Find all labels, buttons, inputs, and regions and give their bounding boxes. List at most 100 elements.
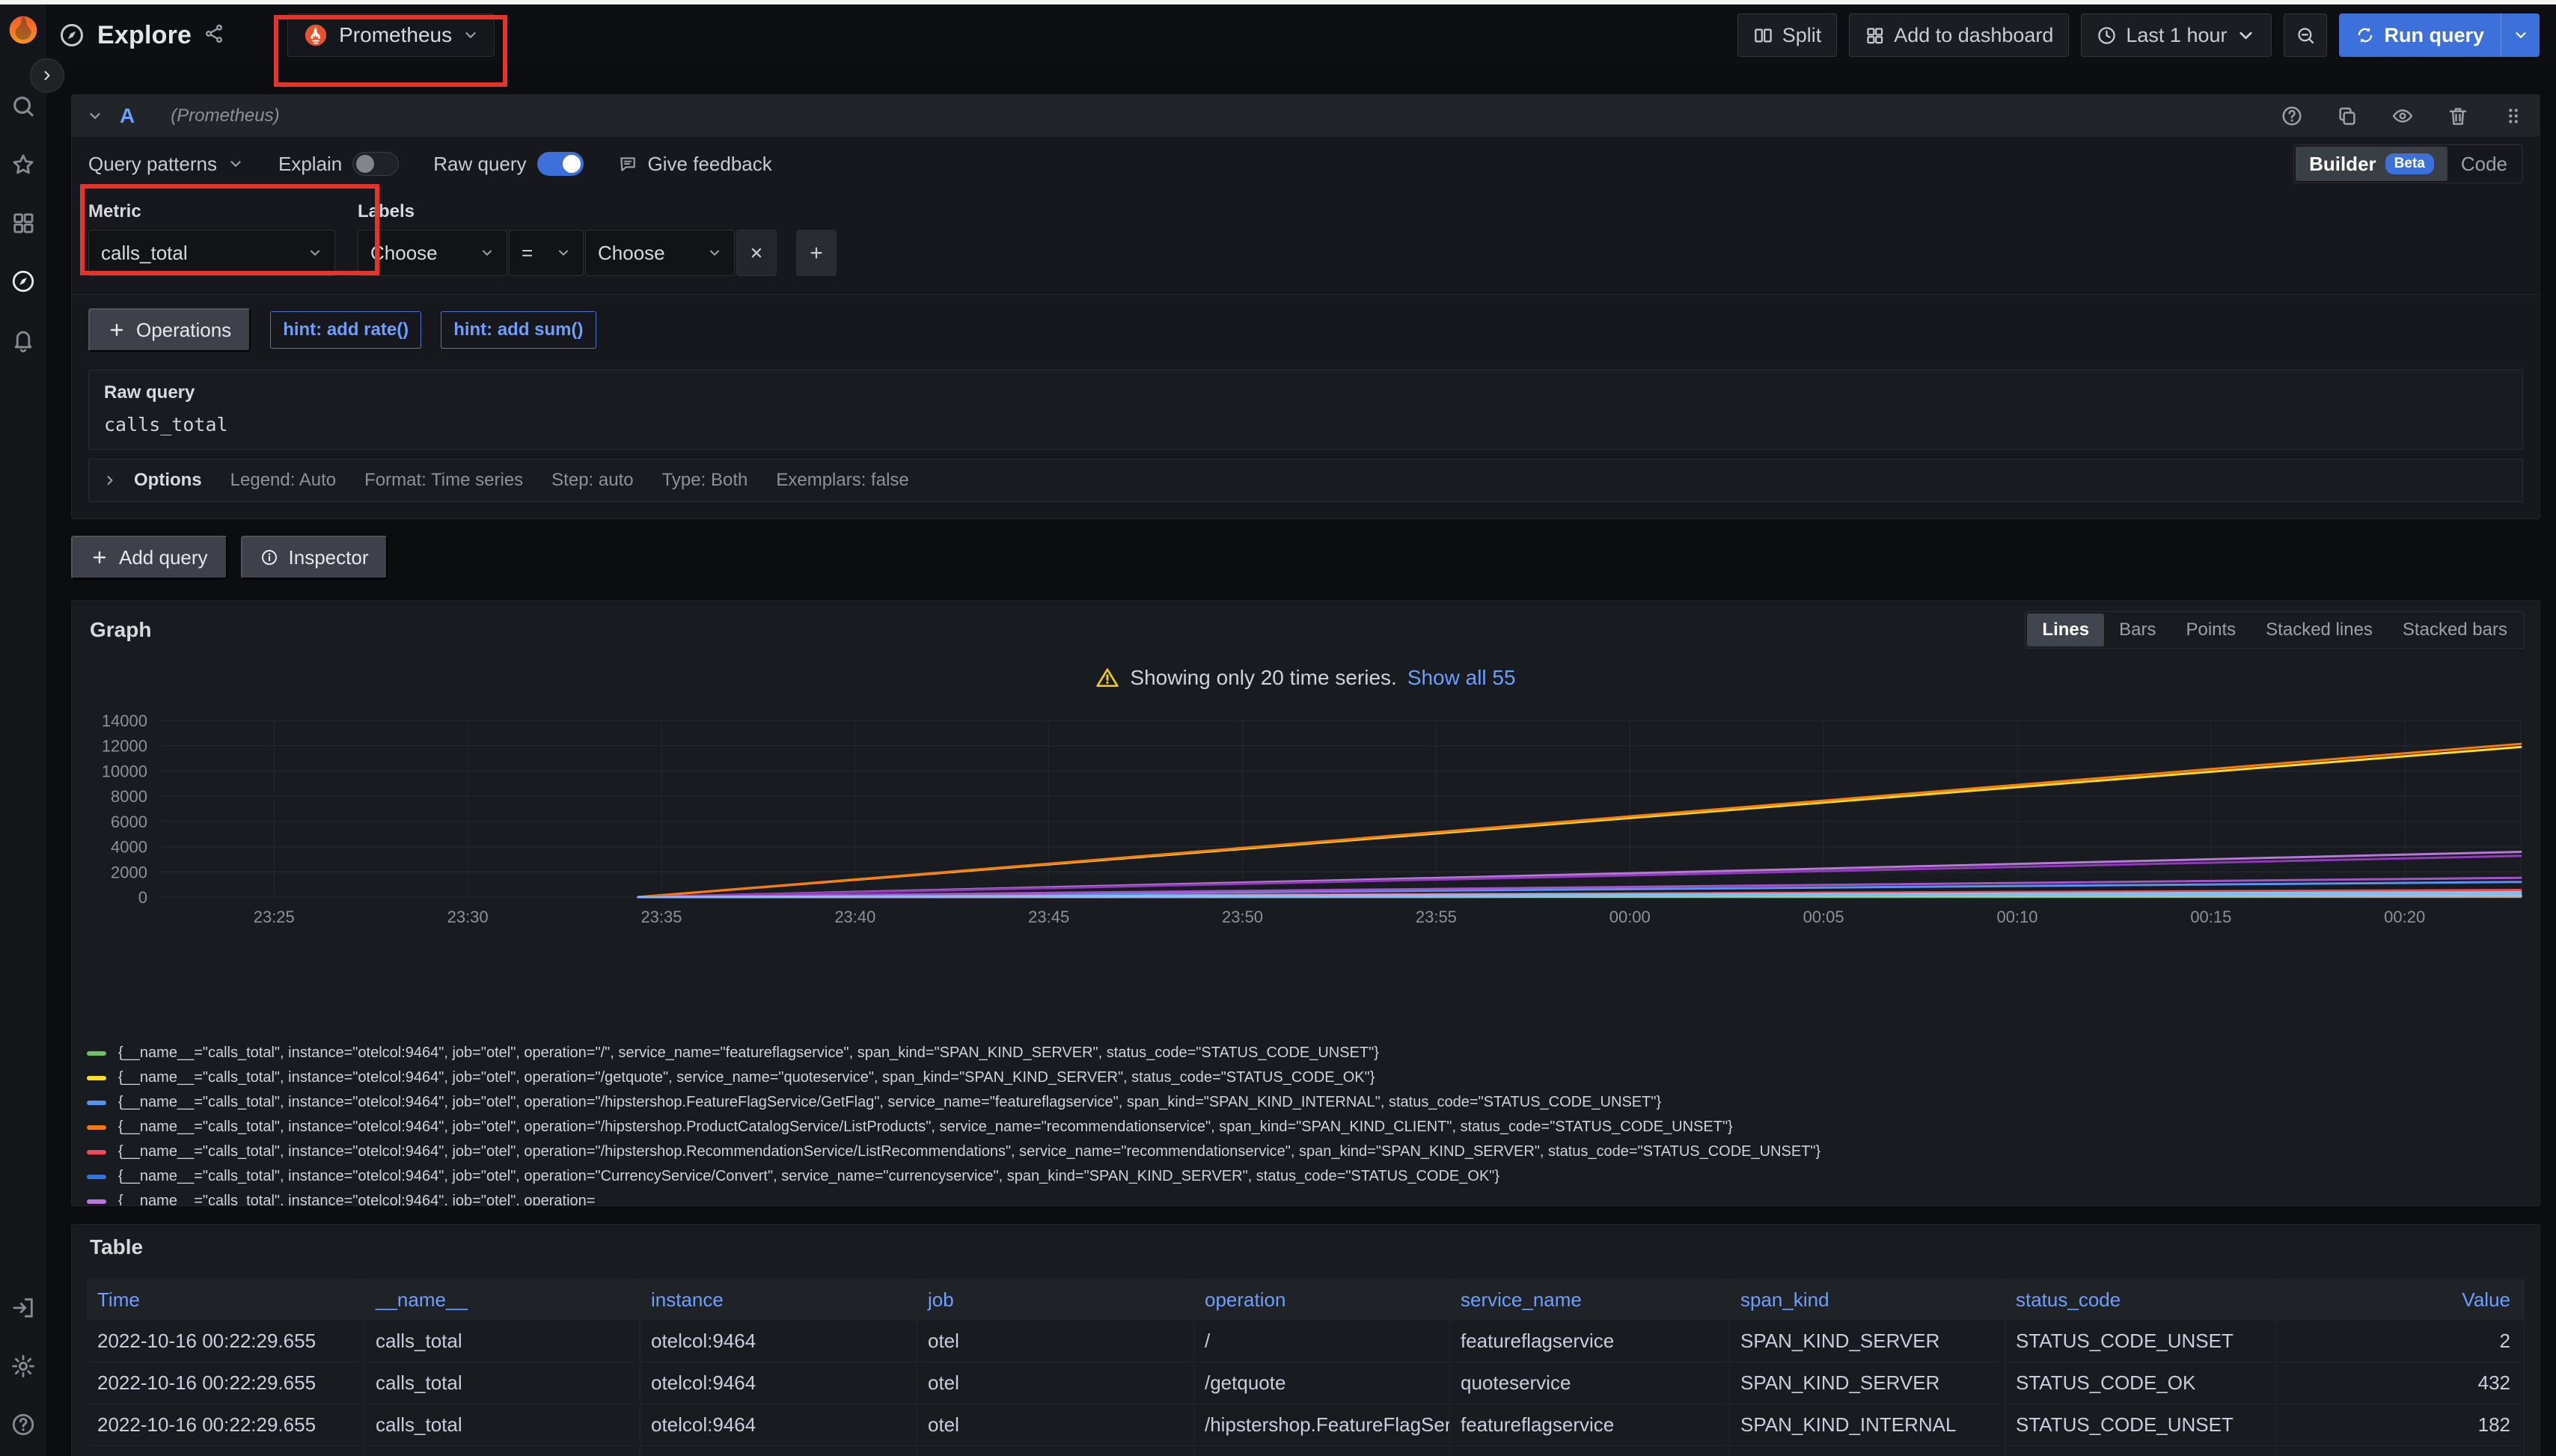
options-row[interactable]: Options Legend: AutoFormat: Time seriesS… (88, 459, 2523, 502)
graph-mode-stacked-bars[interactable]: Stacked bars (2388, 614, 2522, 646)
table-cell: /hipstershop.ProductCatalogS… (1194, 1446, 1450, 1456)
graph-mode-bars[interactable]: Bars (2104, 614, 2171, 646)
drag-handle-icon[interactable] (2502, 105, 2525, 127)
give-feedback-link[interactable]: Give feedback (618, 153, 772, 176)
query-datasource-hint: (Prometheus) (171, 105, 279, 126)
hint-add-sum-button[interactable]: hint: add sum() (441, 311, 596, 349)
query-patterns-dropdown[interactable]: Query patterns (88, 153, 244, 176)
sidebar-help-icon[interactable] (10, 1411, 37, 1438)
x-axis-tick-label: 00:15 (2190, 908, 2231, 926)
table-cell: 2022-10-16 00:22:29.655 (87, 1446, 365, 1456)
options-expand-chevron-icon[interactable] (103, 473, 117, 488)
operations-button[interactable]: Operations (88, 308, 251, 352)
x-axis-tick-label: 23:40 (834, 908, 875, 926)
table-header-row: Time__name__instancejoboperationservice_… (87, 1279, 2525, 1321)
column-header-time[interactable]: Time (87, 1279, 365, 1321)
chevron-down-icon (707, 245, 722, 260)
table-row: 2022-10-16 00:22:29.655calls_totalotelco… (87, 1362, 2525, 1404)
duplicate-query-icon[interactable] (2336, 105, 2358, 127)
datasource-picker[interactable]: Prometheus (287, 13, 495, 57)
show-all-series-link[interactable]: Show all 55 (1407, 666, 1516, 690)
table-cell: featureflagservice (1450, 1404, 1730, 1446)
hide-query-icon[interactable] (2391, 105, 2414, 127)
add-label-filter-button[interactable] (796, 230, 837, 276)
query-help-icon[interactable] (2281, 105, 2303, 127)
sidebar-starred-icon[interactable] (10, 151, 37, 178)
run-query-label: Run query (2384, 24, 2484, 47)
inspector-button[interactable]: Inspector (241, 536, 388, 579)
legend-item[interactable]: {__name__="calls_total", instance="otelc… (87, 1164, 2525, 1189)
column-header-service-name[interactable]: service_name (1450, 1279, 1730, 1321)
raw-query-preview: Raw query calls_total (88, 370, 2523, 450)
split-button[interactable]: Split (1737, 13, 1838, 57)
table-cell: calls_total (365, 1321, 640, 1362)
sidebar-alerting-icon[interactable] (10, 326, 37, 353)
label-value-placeholder: Choose (598, 242, 665, 265)
comment-icon (618, 154, 638, 174)
legend-label: {__name__="calls_total", instance="otelc… (118, 1143, 1820, 1160)
remove-query-icon[interactable] (2447, 105, 2469, 127)
label-name-select[interactable]: Choose (358, 230, 507, 276)
sidebar-settings-icon[interactable] (10, 1353, 37, 1380)
metric-select[interactable]: calls_total (88, 230, 335, 276)
column-header---name--[interactable]: __name__ (365, 1279, 640, 1321)
legend-item[interactable]: {__name__="calls_total", instance="otelc… (87, 1090, 2525, 1115)
legend-item[interactable]: {__name__="calls_total", instance="otelc… (87, 1140, 2525, 1164)
column-header-value[interactable]: Value (2276, 1279, 2525, 1321)
query-toolbar: Query patterns Explain Raw query Give fe… (72, 137, 2540, 191)
sidebar-search-icon[interactable] (10, 93, 37, 120)
code-mode-tab[interactable]: Code (2448, 147, 2521, 181)
table-cell: SPAN_KIND_CLIENT (1730, 1446, 2005, 1456)
legend-item[interactable]: {__name__="calls_total", instance="otelc… (87, 1189, 2525, 1206)
timeseries-chart[interactable]: 0200040006000800010000120001400023:2523:… (87, 704, 2525, 936)
add-to-dashboard-button[interactable]: Add to dashboard (1849, 13, 2069, 57)
remove-label-filter-button[interactable] (736, 230, 777, 276)
share-icon[interactable] (204, 23, 224, 48)
hint-add-rate-button[interactable]: hint: add rate() (270, 311, 421, 349)
column-header-operation[interactable]: operation (1194, 1279, 1450, 1321)
legend-item[interactable]: {__name__="calls_total", instance="otelc… (87, 1065, 2525, 1090)
table-row: 2022-10-16 00:22:29.655calls_totalotelco… (87, 1404, 2525, 1446)
x-axis-tick-label: 00:10 (1996, 908, 2037, 926)
column-header-job[interactable]: job (917, 1279, 1194, 1321)
builder-mode-tab[interactable]: Builder Beta (2296, 147, 2448, 181)
labels-field-label: Labels (358, 201, 837, 222)
label-operator-select[interactable]: = (509, 230, 584, 276)
chevron-down-icon (462, 27, 479, 43)
add-query-button[interactable]: Add query (71, 536, 227, 579)
x-axis-tick-label: 23:30 (447, 908, 489, 926)
column-header-status-code[interactable]: status_code (2005, 1279, 2276, 1321)
y-axis-tick-label: 6000 (111, 813, 147, 831)
zoom-out-button[interactable] (2284, 13, 2327, 57)
graph-mode-lines[interactable]: Lines (2027, 614, 2104, 646)
datasource-name: Prometheus (339, 23, 452, 47)
run-query-button[interactable]: Run query (2339, 13, 2540, 57)
legend-item[interactable]: {__name__="calls_total", instance="otelc… (87, 1115, 2525, 1140)
table-cell: SPAN_KIND_SERVER (1730, 1362, 2005, 1404)
raw-query-toggle[interactable] (537, 152, 584, 176)
sidebar-dashboards-icon[interactable] (10, 209, 37, 236)
collapse-chevron-icon[interactable] (87, 108, 103, 124)
table-cell: calls_total (365, 1362, 640, 1404)
explain-toggle[interactable] (352, 152, 399, 176)
run-query-interval-caret[interactable] (2501, 13, 2540, 57)
table-cell: 2 (2276, 1321, 2525, 1362)
column-header-instance[interactable]: instance (640, 1279, 917, 1321)
sidebar-explore-icon[interactable] (10, 268, 37, 295)
graph-mode-points[interactable]: Points (2171, 614, 2251, 646)
sidebar-signin-icon[interactable] (10, 1294, 37, 1321)
label-value-select[interactable]: Choose (585, 230, 735, 276)
table-cell: otel (917, 1446, 1194, 1456)
table-cell: 2022-10-16 00:22:29.655 (87, 1321, 365, 1362)
query-ref-id: A (120, 104, 135, 128)
legend-swatch (87, 1101, 106, 1105)
column-header-span-kind[interactable]: span_kind (1730, 1279, 2005, 1321)
time-range-picker[interactable]: Last 1 hour (2081, 13, 2272, 57)
query-row-header[interactable]: A (Prometheus) (72, 95, 2540, 137)
graph-mode-stacked-lines[interactable]: Stacked lines (2251, 614, 2388, 646)
graph-legend: {__name__="calls_total", instance="otelc… (87, 1041, 2525, 1206)
grafana-logo-icon[interactable] (7, 13, 40, 46)
legend-label: {__name__="calls_total", instance="otelc… (118, 1044, 1379, 1062)
sidebar-expand-button[interactable] (30, 58, 64, 93)
legend-item[interactable]: {__name__="calls_total", instance="otelc… (87, 1041, 2525, 1065)
